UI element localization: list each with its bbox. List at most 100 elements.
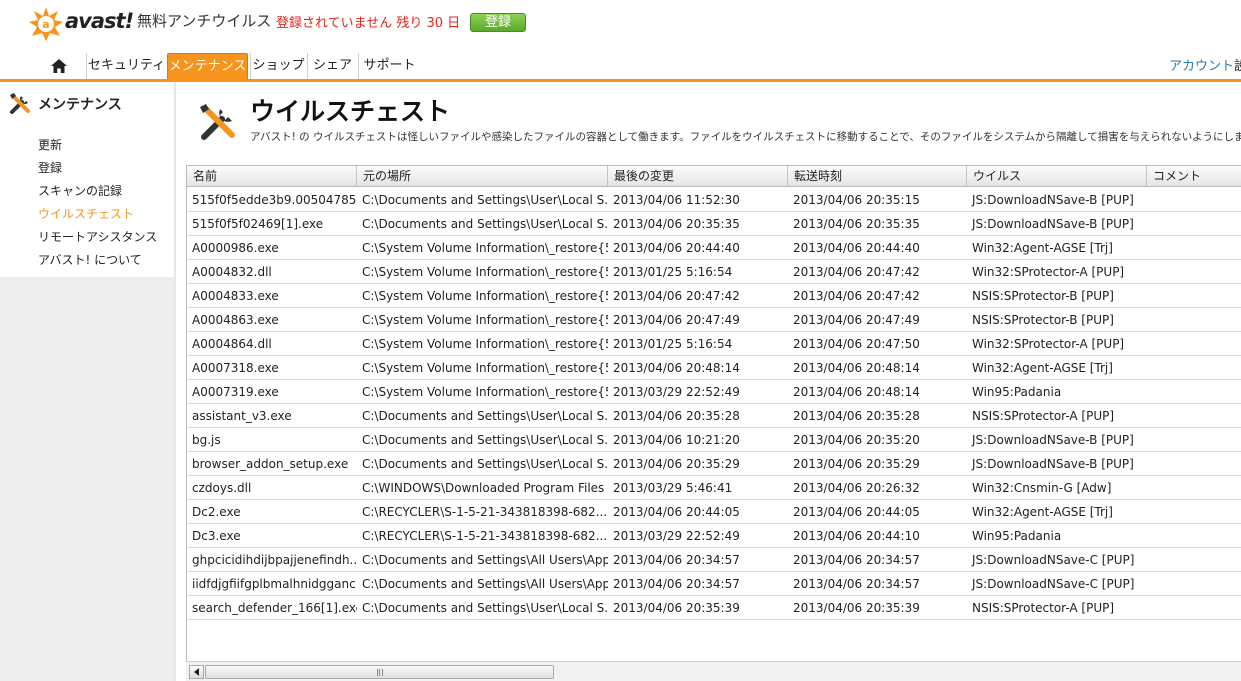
cell-original-location: C:\System Volume Information\_restore{5.…: [362, 385, 608, 399]
cell-comment: [1147, 452, 1241, 475]
cell-virus: Win95:Padania: [972, 385, 1062, 399]
cell-last-modified: 2013/03/29 22:52:49: [613, 385, 740, 399]
cell-last-modified: 2013/04/06 20:44:05: [613, 505, 740, 519]
cell-name: 515f0f5edde3b9.00504785...: [192, 193, 357, 207]
cell-virus: JS:DownloadNSave-C [PUP]: [972, 553, 1135, 567]
cell-last-modified: 2013/04/06 20:35:29: [613, 457, 740, 471]
tab-security[interactable]: セキュリティ: [86, 53, 166, 79]
table-row[interactable]: assistant_v3.exe C:\Documents and Setting…: [187, 404, 1241, 428]
cell-name: search_defender_166[1].exe: [192, 601, 357, 615]
cell-virus: Win32:SProtector-A [PUP]: [972, 265, 1125, 279]
cell-name: assistant_v3.exe: [192, 409, 292, 423]
cell-virus: JS:DownloadNSave-B [PUP]: [972, 217, 1134, 231]
cell-last-modified: 2013/04/06 20:35:28: [613, 409, 740, 423]
cell-last-modified: 2013/01/25 5:16:54: [613, 337, 733, 351]
cell-last-modified: 2013/04/06 20:35:39: [613, 601, 740, 615]
grip-icon: [376, 668, 383, 676]
home-button[interactable]: [42, 53, 76, 79]
tab-support[interactable]: サポート: [358, 53, 420, 79]
table-row[interactable]: Dc3.exe C:\RECYCLER\S-1-5-21-343818398-68…: [187, 524, 1241, 548]
column-header-original-location[interactable]: 元の場所: [357, 166, 608, 187]
table-row[interactable]: iidfdjgfiifgplbmalhnidgganc... C:\Documen…: [187, 572, 1241, 596]
cell-original-location: C:\System Volume Information\_restore{5.…: [362, 241, 608, 255]
tab-shop[interactable]: ショップ: [250, 53, 306, 79]
sidebar-item-update[interactable]: 更新: [38, 136, 62, 153]
cell-virus: JS:DownloadNSave-B [PUP]: [972, 193, 1134, 207]
table-row[interactable]: czdoys.dll C:\WINDOWS\Downloaded Program …: [187, 476, 1241, 500]
table-row[interactable]: 515f0f5edde3b9.00504785... C:\Documents a…: [187, 188, 1241, 212]
table-row[interactable]: ghpcicidihdijbpajjenefindh... C:\Document…: [187, 548, 1241, 572]
cell-name: A0007319.exe: [192, 385, 279, 399]
cell-name: bg.js: [192, 433, 221, 447]
column-header-comment[interactable]: コメント: [1147, 166, 1241, 187]
virus-chest-table: 名前 元の場所 最後の変更 転送時刻 ウイルス コメント 515f0f5edde…: [186, 165, 1241, 661]
table-row[interactable]: bg.js C:\Documents and Settings\User\Loca…: [187, 428, 1241, 452]
cell-virus: Win32:Cnsmin-G [Adw]: [972, 481, 1112, 495]
scroll-left-button[interactable]: [189, 665, 204, 679]
table-row[interactable]: A0004832.dll C:\System Volume Information…: [187, 260, 1241, 284]
sidebar-item-registration[interactable]: 登録: [38, 159, 62, 176]
cell-last-modified: 2013/04/06 20:48:14: [613, 361, 740, 375]
cell-transfer-time: 2013/04/06 20:47:42: [793, 265, 920, 279]
cell-transfer-time: 2013/04/06 20:35:35: [793, 217, 920, 231]
cell-name: A0004863.exe: [192, 313, 279, 327]
cell-last-modified: 2013/04/06 20:47:42: [613, 289, 740, 303]
account-link[interactable]: アカウント: [1169, 55, 1234, 74]
cell-name: iidfdjgfiifgplbmalhnidgganc...: [192, 577, 357, 591]
settings-link-cut[interactable]: 設: [1234, 55, 1241, 74]
cell-virus: JS:DownloadNSave-C [PUP]: [972, 577, 1135, 591]
table-row[interactable]: browser_addon_setup.exe C:\Documents and …: [187, 452, 1241, 476]
cell-original-location: C:\Documents and Settings\User\Local S..…: [362, 601, 608, 615]
cell-comment: [1147, 428, 1241, 451]
table-row[interactable]: A0000986.exe C:\System Volume Information…: [187, 236, 1241, 260]
sidebar-divider: [174, 82, 176, 681]
logo-text: avast!: [65, 9, 134, 33]
scroll-thumb[interactable]: [205, 665, 554, 679]
table-row[interactable]: A0004863.exe C:\System Volume Information…: [187, 308, 1241, 332]
table-row[interactable]: Dc2.exe C:\RECYCLER\S-1-5-21-343818398-68…: [187, 500, 1241, 524]
cell-original-location: C:\Documents and Settings\All Users\App.…: [362, 553, 608, 567]
cell-original-location: C:\Documents and Settings\User\Local S..…: [362, 193, 608, 207]
cell-name: A0000986.exe: [192, 241, 279, 255]
cell-virus: Win32:Agent-AGSE [Trj]: [972, 241, 1113, 255]
sidebar-header: メンテナンス: [8, 92, 122, 116]
nav-underline: [0, 79, 1241, 82]
table-row[interactable]: 515f0f5f02469[1].exe C:\Documents and Set…: [187, 212, 1241, 236]
cell-transfer-time: 2013/04/06 20:26:32: [793, 481, 920, 495]
tab-share[interactable]: シェア: [307, 53, 357, 79]
table-row[interactable]: A0007319.exe C:\System Volume Information…: [187, 380, 1241, 404]
table-row[interactable]: A0004864.dll C:\System Volume Information…: [187, 332, 1241, 356]
register-button[interactable]: 登録: [470, 13, 526, 32]
registration-status: 登録されていません 残り 30 日: [276, 16, 461, 31]
cell-last-modified: 2013/03/29 22:52:49: [613, 529, 740, 543]
cell-comment: [1147, 548, 1241, 571]
column-header-transfer-time[interactable]: 転送時刻: [788, 166, 967, 187]
sidebar-empty-area: [0, 277, 176, 681]
column-header-name[interactable]: 名前: [187, 166, 357, 187]
sidebar-title: メンテナンス: [38, 97, 122, 113]
cell-virus: JS:DownloadNSave-B [PUP]: [972, 457, 1134, 471]
cell-name: Dc3.exe: [192, 529, 241, 543]
horizontal-scrollbar[interactable]: [186, 661, 1241, 681]
cell-name: 515f0f5f02469[1].exe: [192, 217, 324, 231]
table-row[interactable]: A0007318.exe C:\System Volume Information…: [187, 356, 1241, 380]
cell-last-modified: 2013/04/06 20:34:57: [613, 553, 740, 567]
cell-transfer-time: 2013/04/06 20:47:49: [793, 313, 920, 327]
column-header-last-modified[interactable]: 最後の変更: [608, 166, 788, 187]
cell-comment: [1147, 236, 1241, 259]
tab-maintenance[interactable]: メンテナンス: [167, 53, 248, 79]
table-row[interactable]: A0004833.exe C:\System Volume Information…: [187, 284, 1241, 308]
cell-virus: Win95:Padania: [972, 529, 1062, 543]
sidebar-item-scan-log[interactable]: スキャンの記録: [38, 182, 122, 199]
sidebar-item-about[interactable]: アバスト! について: [38, 251, 142, 268]
svg-text:a: a: [42, 18, 49, 31]
cell-last-modified: 2013/04/06 20:34:57: [613, 577, 740, 591]
table-row[interactable]: search_defender_166[1].exe C:\Documents a…: [187, 596, 1241, 620]
cell-transfer-time: 2013/04/06 20:35:28: [793, 409, 920, 423]
sidebar-item-virus-chest[interactable]: ウイルスチェスト: [38, 205, 134, 222]
sidebar-item-remote-assistance[interactable]: リモートアシスタンス: [38, 228, 157, 245]
cell-original-location: C:\System Volume Information\_restore{5.…: [362, 265, 608, 279]
column-header-virus[interactable]: ウイルス: [967, 166, 1147, 187]
cell-transfer-time: 2013/04/06 20:48:14: [793, 361, 920, 375]
arrow-left-icon: [193, 668, 199, 676]
